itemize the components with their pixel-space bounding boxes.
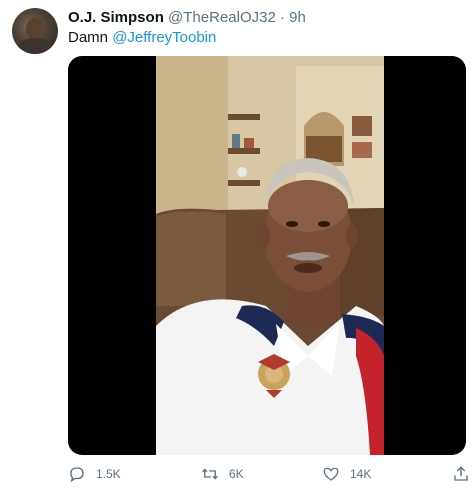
avatar[interactable] (12, 8, 58, 54)
tweet-text: Damn @JeffreyToobin (68, 28, 216, 48)
video-player[interactable] (68, 56, 466, 455)
like-button[interactable]: 14K (322, 462, 371, 486)
video-frame (156, 56, 384, 455)
author-name[interactable]: O.J. Simpson (68, 9, 164, 26)
retweet-icon (202, 468, 218, 480)
retweet-count: 6K (229, 467, 244, 481)
retweet-button[interactable]: 6K (201, 462, 244, 486)
like-count: 14K (350, 467, 372, 481)
avatar-face (26, 18, 44, 40)
author-handle[interactable]: @TheRealOJ32 (168, 9, 276, 26)
avatar-shoulder (18, 38, 52, 54)
tweet-actions: 1.5K 6K 14K (68, 462, 468, 486)
like-icon (323, 467, 339, 481)
tweet-timestamp[interactable]: 9h (289, 9, 306, 26)
mention-link[interactable]: @JeffreyToobin (112, 29, 216, 46)
reply-icon (70, 467, 84, 483)
share-button[interactable] (452, 462, 470, 486)
tweet-header: O.J. Simpson @TheRealOJ32 · 9h (68, 8, 306, 28)
reply-count: 1.5K (96, 467, 121, 481)
tweet[interactable]: O.J. Simpson @TheRealOJ32 · 9h Damn @Jef… (0, 0, 474, 493)
tweet-text-prefix: Damn (68, 29, 113, 46)
separator: · (279, 9, 285, 26)
share-icon (454, 466, 468, 481)
reply-button[interactable]: 1.5K (68, 462, 121, 486)
